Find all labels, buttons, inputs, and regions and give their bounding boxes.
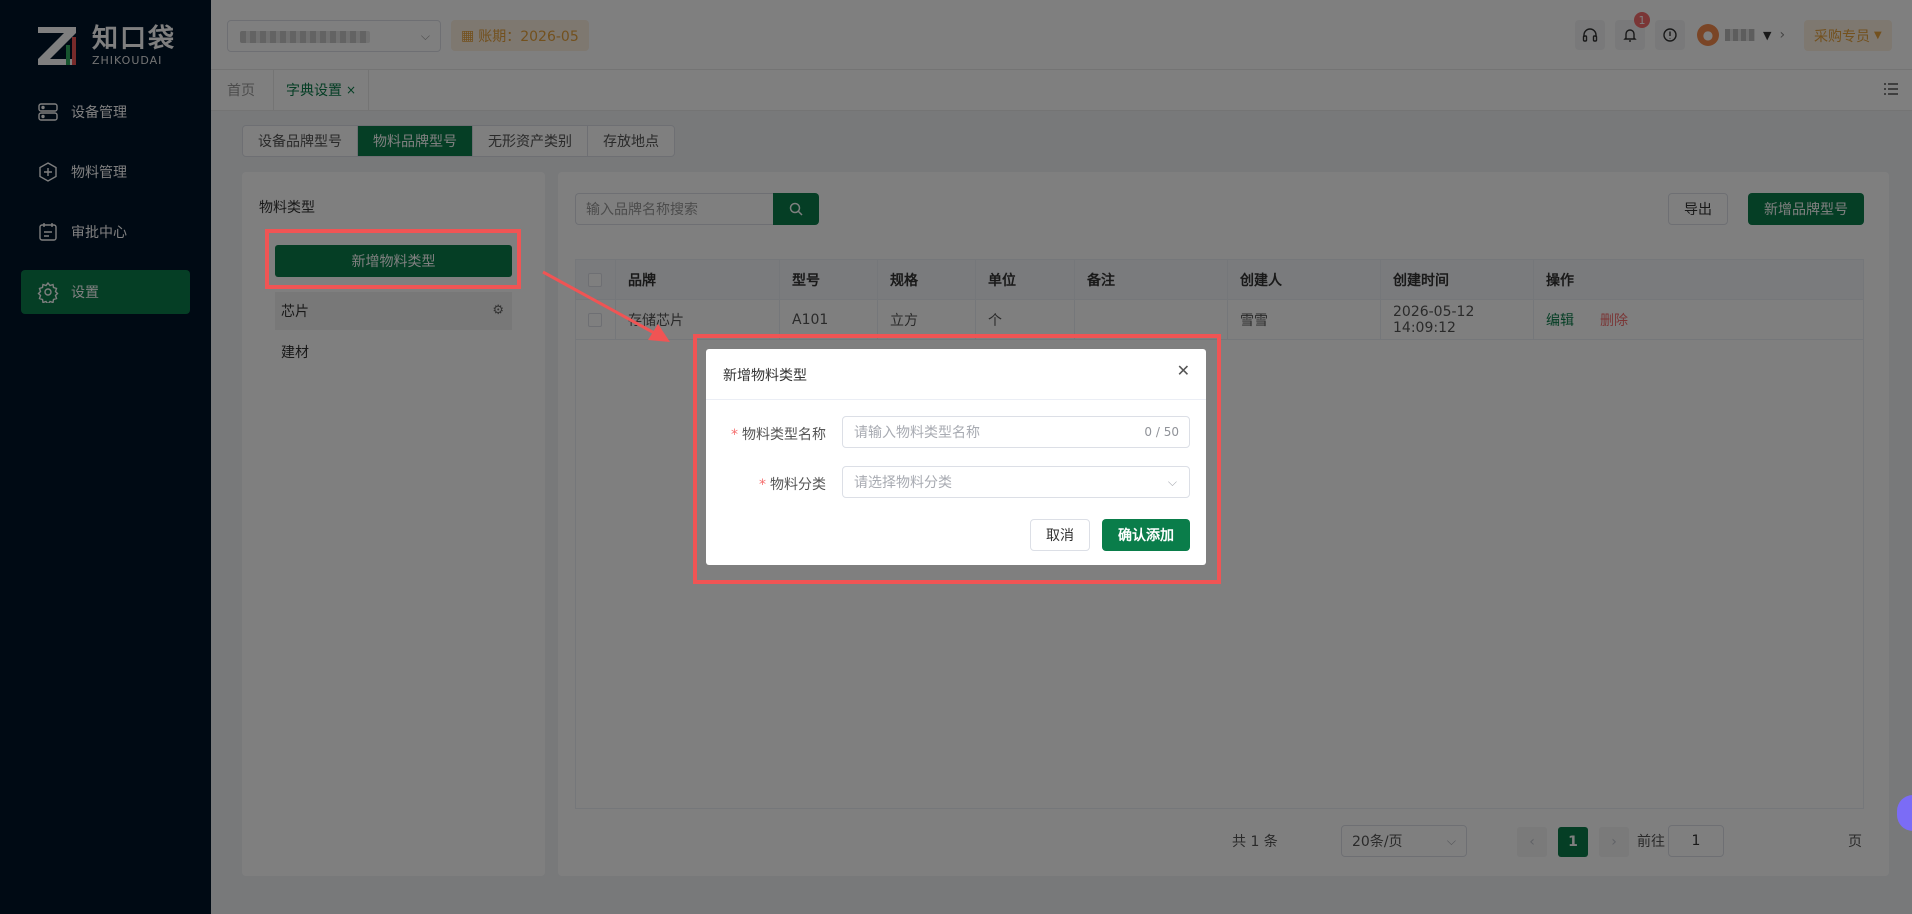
highlight-frame-dialog [693,334,1221,584]
highlight-frame-add-type [265,229,521,289]
